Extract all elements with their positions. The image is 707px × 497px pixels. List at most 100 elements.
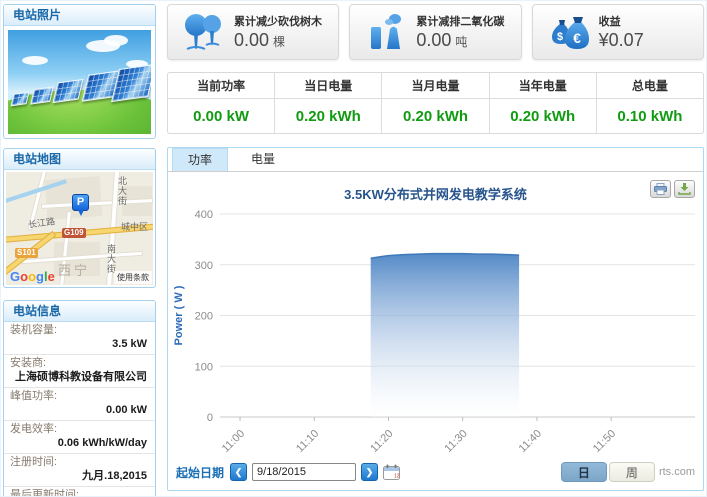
info-label: 装机容量: <box>10 324 149 337</box>
info-label: 最后更新时间: <box>10 489 149 497</box>
svg-text:300: 300 <box>195 260 213 272</box>
card-revenue: $ € 收益 ¥0.07 <box>532 4 704 60</box>
stat-value: 0.20 kWh <box>275 99 381 133</box>
chart-panel: 功率 电量 3.5KW分布式并网发电教学系统 <box>167 147 704 491</box>
info-label: 峰值功率: <box>10 390 149 403</box>
map-label-chengzhongqu: 城中区 <box>121 220 148 233</box>
next-day-button[interactable]: ❯ <box>361 463 378 481</box>
cloud-shape <box>22 56 48 65</box>
info-row: 峰值功率: 0.00 kW <box>4 388 155 421</box>
map-terms-link[interactable]: 使用条款 <box>114 271 152 284</box>
map-badge-s101: S101 <box>15 248 38 258</box>
tab-energy[interactable]: 电量 <box>236 148 290 171</box>
stat-value: 0.20 kWh <box>490 99 596 133</box>
svg-text:12: 12 <box>394 474 400 480</box>
svg-text:$: $ <box>557 31 563 43</box>
info-row: 注册时间: 九月.18,2015 <box>4 454 155 487</box>
stat-value: 0.20 kWh <box>382 99 488 133</box>
dashboard-page: 电站照片 电站地图 <box>0 0 707 497</box>
svg-text:400: 400 <box>195 209 213 221</box>
station-photo-title: 电站照片 <box>4 5 155 26</box>
info-label: 发电效率: <box>10 423 149 436</box>
stat-header: 当日电量 <box>275 73 381 99</box>
cloud-shape <box>104 35 128 46</box>
chart-title: 3.5KW分布式并网发电教学系统 <box>168 172 703 202</box>
stat-yearly-energy: 当年电量 0.20 kWh <box>489 73 596 133</box>
card-label: 收益 <box>599 13 648 29</box>
money-bags-icon: $ € <box>547 12 591 52</box>
svg-text:€: € <box>573 30 581 46</box>
svg-text:Power ( W ): Power ( W ) <box>173 285 185 345</box>
info-row: 安装商: 上海硕博科教设备有限公司 <box>4 355 155 388</box>
card-label: 累计减少砍伐树木 <box>234 13 322 29</box>
map-label-nandajie: 南大街 <box>105 244 118 274</box>
trees-icon <box>182 12 226 52</box>
printer-icon <box>654 183 667 195</box>
station-map[interactable]: 北大街 南大街 城中区 长江路 西宁 G109 S101 P Google 使用… <box>6 172 153 285</box>
download-icon <box>678 183 691 195</box>
card-label: 累计减排二氧化碳 <box>416 13 504 29</box>
card-unit: 棵 <box>273 35 285 49</box>
svg-text:100: 100 <box>195 361 213 373</box>
svg-text:11:10: 11:10 <box>294 428 321 455</box>
range-toggle-group: 日 周 rts.com <box>561 462 695 482</box>
range-day-button[interactable]: 日 <box>561 462 607 482</box>
info-value: 九月.18,2015 <box>10 469 149 485</box>
start-date-input[interactable] <box>252 463 356 481</box>
map-label-beidajie: 北大街 <box>116 176 129 206</box>
svg-text:11:20: 11:20 <box>368 428 395 455</box>
stat-daily-energy: 当日电量 0.20 kWh <box>274 73 381 133</box>
info-row: 装机容量: 3.5 kW <box>4 322 155 355</box>
start-date-label: 起始日期 <box>176 464 224 481</box>
info-row: 最后更新时间: 九月.18 11:27,GMT +8,2015 <box>4 487 155 497</box>
main-content: 累计减少砍伐树木 0.00 棵 累计减排二氧化碳 0.00 吨 <box>167 4 704 491</box>
calendar-button[interactable]: 12 <box>383 464 400 480</box>
map-badge-g109: G109 <box>62 228 86 238</box>
info-value: 上海硕博科教设备有限公司 <box>10 370 149 386</box>
card-unit: 吨 <box>455 35 467 49</box>
prev-day-button[interactable]: ❮ <box>230 463 247 481</box>
cooling-towers-icon <box>364 12 408 52</box>
info-value: 0.06 kWh/kW/day <box>10 436 149 452</box>
station-map-panel: 电站地图 北大街 南大街 城中区 长江路 西宁 G109 S101 <box>3 148 156 288</box>
map-marker-station[interactable]: P <box>72 194 89 211</box>
solar-panel <box>111 64 151 102</box>
google-logo[interactable]: Google <box>10 269 55 284</box>
tab-power[interactable]: 功率 <box>172 148 228 171</box>
svg-text:11:00: 11:00 <box>220 428 247 455</box>
chart-footer: 起始日期 ❮ ❯ 12 日 周 rts.com <box>168 460 703 484</box>
svg-text:11:30: 11:30 <box>442 428 469 455</box>
amcharts-watermark[interactable]: rts.com <box>659 466 695 478</box>
card-value: 0.00 <box>416 30 451 50</box>
svg-text:200: 200 <box>195 311 213 323</box>
range-week-button[interactable]: 周 <box>609 462 655 482</box>
card-trees-saved: 累计减少砍伐树木 0.00 棵 <box>167 4 339 60</box>
download-button[interactable] <box>674 180 695 198</box>
stat-total-energy: 总电量 0.10 kWh <box>596 73 703 133</box>
station-photo-panel: 电站照片 <box>3 4 156 139</box>
info-row: 发电效率: 0.06 kWh/kW/day <box>4 421 155 454</box>
stat-header: 当前功率 <box>168 73 274 99</box>
info-value: 0.00 kW <box>10 403 149 419</box>
summary-cards: 累计减少砍伐树木 0.00 棵 累计减排二氧化碳 0.00 吨 <box>167 4 704 60</box>
station-info-title: 电站信息 <box>4 301 155 322</box>
power-area-chart[interactable]: 0 100 200 300 400 11:00 11:10 11:20 11:30 11:40 11… <box>168 204 701 457</box>
station-map-title: 电站地图 <box>4 149 155 170</box>
sidebar: 电站照片 电站地图 <box>3 4 156 497</box>
card-value: ¥0.07 <box>599 30 644 50</box>
station-photo-image <box>8 30 151 134</box>
stat-header: 当月电量 <box>382 73 488 99</box>
card-co2-reduced: 累计减排二氧化碳 0.00 吨 <box>349 4 521 60</box>
stat-value: 0.10 kWh <box>597 99 703 133</box>
stat-header: 当年电量 <box>490 73 596 99</box>
info-label: 安装商: <box>10 357 149 370</box>
svg-text:11:40: 11:40 <box>517 428 544 455</box>
calendar-icon: 12 <box>383 464 400 480</box>
print-button[interactable] <box>650 180 671 198</box>
station-info-list: 装机容量: 3.5 kW 安装商: 上海硕博科教设备有限公司 峰值功率: 0.0… <box>4 322 155 497</box>
card-value: 0.00 <box>234 30 269 50</box>
info-value: 3.5 kW <box>10 337 149 353</box>
svg-text:11:50: 11:50 <box>591 428 618 455</box>
map-label-xining: 西宁 <box>58 260 90 279</box>
svg-text:0: 0 <box>207 412 213 424</box>
